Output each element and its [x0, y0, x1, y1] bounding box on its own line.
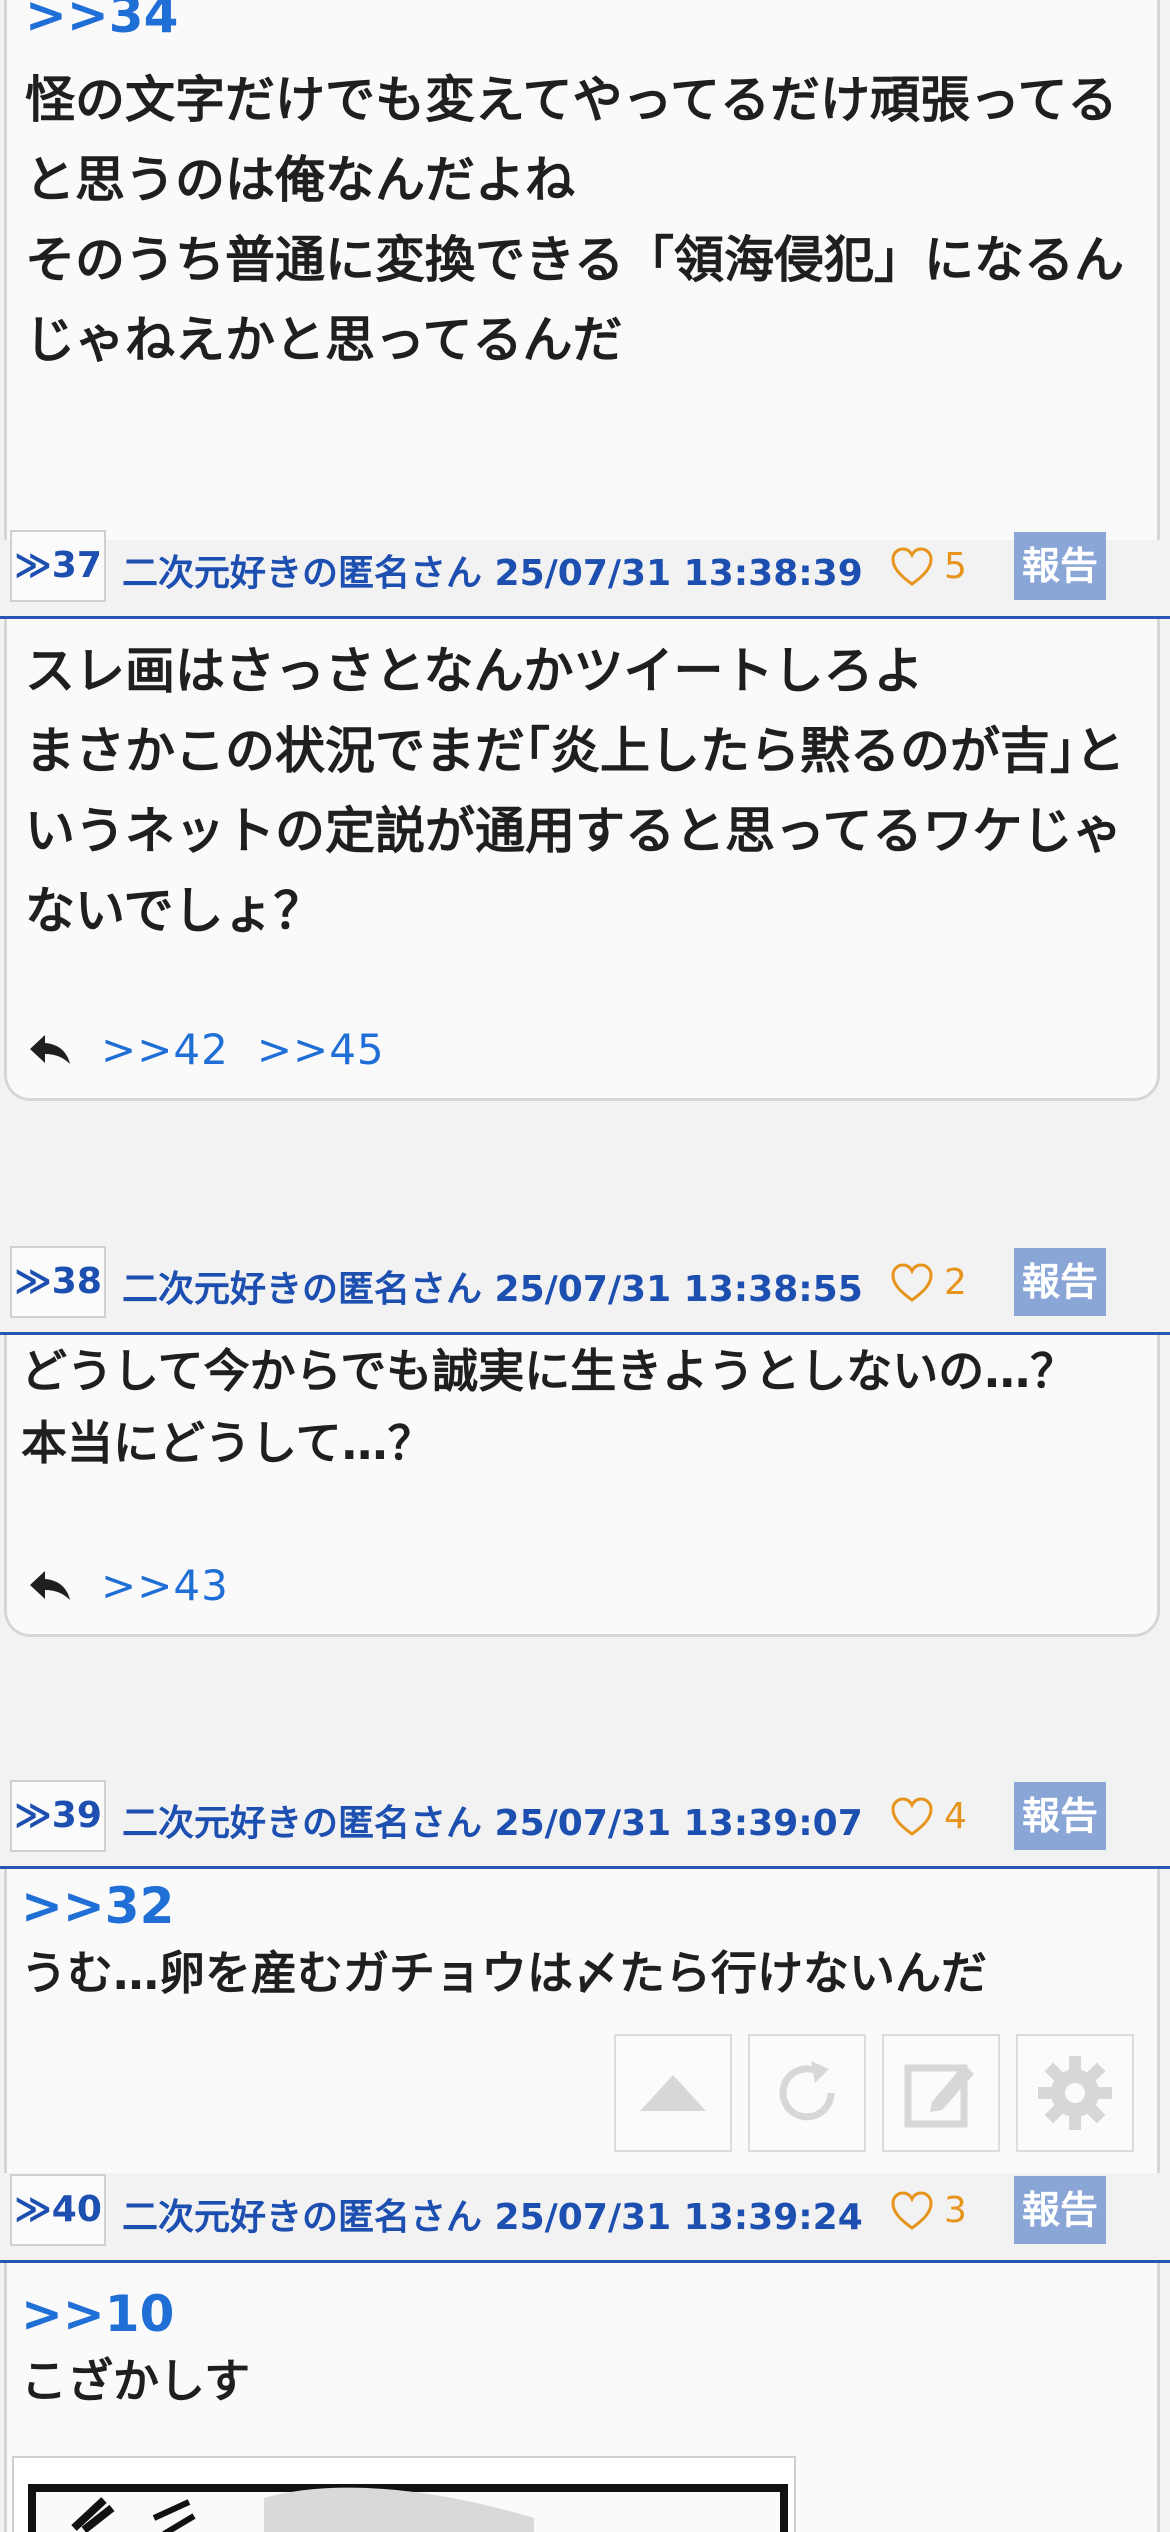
post-body: スレ画はさっさとなんかツイートしろよ まさかこの状況でまだ｢炎上したら黙るのが吉…: [25, 642, 1125, 940]
post-number-button[interactable]: ≫38: [10, 1246, 106, 1318]
post-card: >>34 怪の文字だけでも変えてやってるだけ頑張ってると思うのは俺なんだよね そ…: [4, 0, 1160, 540]
reload-icon: [779, 2061, 835, 2121]
report-button[interactable]: 報告: [1014, 532, 1106, 600]
scroll-top-button[interactable]: [614, 2034, 732, 2152]
like-button[interactable]: 3: [890, 2186, 967, 2236]
report-button[interactable]: 報告: [1014, 1248, 1106, 1316]
author-timestamp: 二次元好きの匿名さん 25/07/31 13:38:39: [122, 553, 863, 594]
reply-anchor-link[interactable]: >>32: [21, 1877, 174, 1935]
reply-list: >>43: [27, 1557, 229, 1613]
post-header: ≫37 二次元好きの匿名さん 25/07/31 13:38:39 5 報告: [0, 526, 1166, 606]
like-count: 5: [944, 546, 967, 587]
report-button[interactable]: 報告: [1014, 1782, 1106, 1850]
compose-icon: [904, 2064, 974, 2128]
reply-list: >>42 >>45: [27, 1021, 385, 1077]
reply-arrow-icon: [30, 1571, 70, 1600]
post-number-button[interactable]: ≫37: [10, 530, 106, 602]
post-body: うむ…卵を産むガチョウは〆たら行けないんだ: [21, 1946, 987, 2000]
post-body: 怪の文字だけでも変えてやってるだけ頑張ってると思うのは俺なんだよね そのうち普通…: [25, 71, 1124, 369]
floating-toolbar: [614, 2034, 1134, 2152]
like-count: 3: [944, 2190, 967, 2231]
author-timestamp: 二次元好きの匿名さん 25/07/31 13:39:07: [122, 1803, 863, 1844]
post-body: こざかしす: [21, 2354, 251, 2408]
manga-image: [28, 2484, 788, 2532]
post-number-button[interactable]: ≫39: [10, 1780, 106, 1852]
post-number-button[interactable]: ≫40: [10, 2174, 106, 2246]
like-count: 2: [944, 1262, 967, 1303]
post-header: ≫40 二次元好きの匿名さん 25/07/31 13:39:24 3 報告: [0, 2170, 1166, 2250]
reply-link[interactable]: >>45: [257, 1025, 385, 1074]
compose-button[interactable]: [882, 2034, 1000, 2152]
author-timestamp: 二次元好きの匿名さん 25/07/31 13:38:55: [122, 1269, 863, 1310]
heart-icon: [891, 1263, 933, 1302]
like-button[interactable]: 4: [890, 1792, 967, 1842]
settings-icon: [1038, 2056, 1112, 2130]
reply-arrow-icon: [30, 1035, 70, 1064]
post-card: スレ画はさっさとなんかツイートしろよ まさかこの状況でまだ｢炎上したら黙るのが吉…: [4, 619, 1160, 1101]
like-count: 4: [944, 1796, 967, 1837]
like-button[interactable]: 2: [890, 1258, 967, 1308]
reply-link[interactable]: >>43: [101, 1561, 229, 1610]
settings-button[interactable]: [1016, 2034, 1134, 2152]
like-button[interactable]: 5: [890, 542, 967, 592]
reply-link[interactable]: >>42: [101, 1025, 229, 1074]
scroll-top-icon: [640, 2075, 706, 2111]
report-button[interactable]: 報告: [1014, 2176, 1106, 2244]
post-body: どうして今からでも誠実に生きようとしないの…？ 本当にどうして…？: [21, 1344, 1077, 1470]
post-header: ≫39 二次元好きの匿名さん 25/07/31 13:39:07 4 報告: [0, 1776, 1166, 1856]
reply-anchor-link[interactable]: >>10: [21, 2285, 174, 2343]
thread-page: >>34 怪の文字だけでも変えてやってるだけ頑張ってると思うのは俺なんだよね そ…: [0, 0, 1170, 2532]
reply-anchor-link[interactable]: >>34: [25, 0, 178, 44]
post-header: ≫38 二次元好きの匿名さん 25/07/31 13:38:55 2 報告: [0, 1242, 1166, 1322]
author-timestamp: 二次元好きの匿名さん 25/07/31 13:39:24: [122, 2197, 863, 2238]
post-card: どうして今からでも誠実に生きようとしないの…？ 本当にどうして…？ >>43: [4, 1335, 1160, 1637]
heart-icon: [891, 547, 933, 586]
heart-icon: [891, 1797, 933, 1836]
reload-button[interactable]: [748, 2034, 866, 2152]
heart-icon: [891, 2191, 933, 2230]
post-image-thumbnail[interactable]: [12, 2456, 796, 2532]
